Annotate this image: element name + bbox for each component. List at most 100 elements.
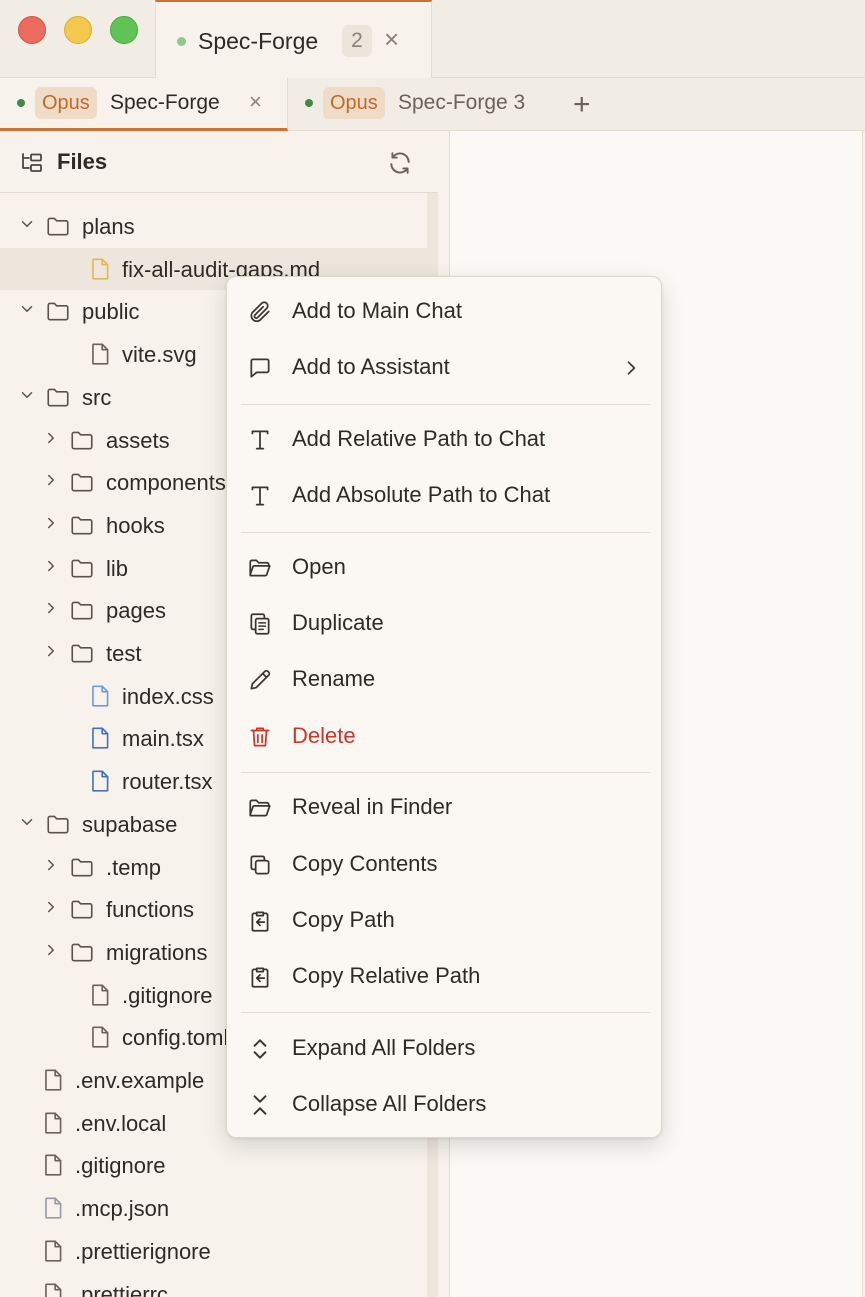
menu-item-duplicate[interactable]: Duplicate (227, 598, 663, 650)
folder-icon (45, 213, 71, 239)
menu-item-copy-path[interactable]: Copy Path (227, 895, 663, 947)
file-icon (87, 683, 113, 709)
close-window-button[interactable] (18, 16, 46, 44)
file-icon (40, 1238, 66, 1264)
menu-item-expand-all-folders[interactable]: Expand All Folders (227, 1023, 663, 1075)
minimize-window-button[interactable] (64, 16, 92, 44)
menu-item-label: Reveal in Finder (292, 794, 453, 819)
tree-item-label: pages (106, 598, 166, 624)
menu-item-add-to-assistant[interactable]: Add to Assistant (227, 342, 663, 394)
status-dot (17, 99, 25, 107)
menu-separator (241, 1012, 650, 1013)
zoom-window-button[interactable] (110, 16, 138, 44)
menu-item-copy-relative-path[interactable]: Copy Relative Path (227, 951, 663, 1003)
chevron-right-icon[interactable] (42, 514, 60, 532)
file-icon (87, 982, 113, 1008)
file-icon (40, 1110, 66, 1136)
folder-icon (69, 469, 95, 495)
chevron-down-icon[interactable] (18, 813, 36, 831)
files-panel-title: Files (57, 149, 108, 174)
chevron-right-icon (621, 357, 641, 379)
tree-item-label: .env.example (75, 1068, 205, 1093)
file-icon (87, 341, 113, 367)
tree-item-label: plans (82, 214, 135, 239)
tree-file-row[interactable]: .prettierignore (0, 1230, 427, 1272)
file-icon (87, 1024, 113, 1050)
file-icon (40, 1195, 66, 1221)
tree-item-label: lib (106, 555, 129, 581)
menu-item-delete[interactable]: Delete (227, 711, 663, 763)
menu-item-open[interactable]: Open (227, 542, 663, 594)
tree-item-label: .prettierignore (75, 1238, 211, 1264)
tree-item-label: hooks (106, 512, 165, 538)
window-tab-spec-forge[interactable]: Spec-Forge 2 × (155, 0, 432, 78)
file-icon (40, 1152, 66, 1178)
chevron-down-icon[interactable] (18, 300, 36, 318)
paperclip-icon (247, 299, 273, 325)
menu-item-label: Copy Contents (292, 851, 438, 876)
menu-item-add-absolute-path-to-chat[interactable]: Add Absolute Path to Chat (227, 470, 663, 522)
text-t-icon (247, 427, 273, 453)
folder-icon (69, 512, 95, 538)
menu-item-label: Add to Main Chat (292, 298, 462, 323)
folder-icon (69, 939, 95, 965)
chevron-right-icon[interactable] (42, 557, 60, 575)
menu-item-label: Delete (292, 723, 356, 748)
close-icon[interactable]: × (249, 89, 262, 115)
close-icon[interactable]: × (384, 24, 399, 55)
tree-item-label: supabase (82, 811, 178, 837)
tree-item-label: src (82, 384, 112, 410)
window-tab-count-badge: 2 (342, 25, 372, 57)
chevron-down-icon[interactable] (18, 215, 36, 233)
menu-item-copy-contents[interactable]: Copy Contents (227, 839, 663, 891)
menu-item-add-relative-path-to-chat[interactable]: Add Relative Path to Chat (227, 414, 663, 466)
session-tab-active[interactable]: Opus Spec-Forge × (0, 78, 288, 131)
model-badge: Opus (323, 87, 385, 119)
chevron-right-icon[interactable] (42, 599, 60, 617)
menu-item-reveal-in-finder[interactable]: Reveal in Finder (227, 782, 663, 834)
chevron-right-icon[interactable] (42, 429, 60, 447)
chevron-right-icon[interactable] (42, 856, 60, 874)
text-t-icon (247, 483, 273, 509)
folder-icon (69, 854, 95, 880)
menu-item-rename[interactable]: Rename (227, 654, 663, 706)
folder-icon (69, 896, 95, 922)
menu-item-label: Add Relative Path to Chat (292, 426, 546, 451)
status-dot (177, 37, 186, 46)
tree-file-row[interactable]: .mcp.json (0, 1187, 427, 1229)
folder-icon (69, 597, 95, 623)
chevron-right-icon[interactable] (42, 898, 60, 916)
menu-item-label: Add to Assistant (292, 354, 450, 379)
chevron-right-icon[interactable] (42, 471, 60, 489)
tree-item-label: main.tsx (122, 726, 204, 752)
file-icon (87, 256, 113, 282)
tree-folder-row[interactable]: plans (0, 205, 427, 247)
session-tab-inactive[interactable]: Opus Spec-Forge 3 (288, 78, 558, 131)
refresh-icon[interactable] (387, 150, 413, 176)
chat-bubble-icon (247, 355, 273, 381)
menu-item-add-to-main-chat[interactable]: Add to Main Chat (227, 286, 663, 338)
model-badge: Opus (35, 87, 97, 119)
folder-icon (45, 298, 71, 324)
folder-open-icon (247, 555, 273, 581)
tree-item-label: .gitignore (122, 982, 213, 1008)
folder-icon (45, 384, 71, 410)
chevron-right-icon[interactable] (42, 642, 60, 660)
tree-item-label: components (106, 470, 226, 496)
file-icon (87, 725, 113, 751)
menu-item-label: Copy Relative Path (292, 963, 481, 988)
new-tab-button[interactable]: + (573, 88, 591, 122)
copy-icon (247, 852, 273, 878)
expand-chevrons-icon (247, 1036, 273, 1062)
tree-item-label: .temp (106, 854, 162, 880)
tree-item-label: assets (106, 427, 170, 453)
tree-file-row[interactable]: .gitignore (0, 1144, 427, 1186)
chevron-right-icon[interactable] (42, 941, 60, 959)
chevron-down-icon[interactable] (18, 386, 36, 404)
file-tree-icon (20, 151, 44, 175)
folder-open-icon (247, 795, 273, 821)
session-tab-label: Spec-Forge 3 (398, 91, 526, 114)
folder-icon (69, 640, 95, 666)
tree-file-row[interactable]: .prettierrc (0, 1273, 427, 1297)
menu-item-collapse-all-folders[interactable]: Collapse All Folders (227, 1079, 663, 1131)
